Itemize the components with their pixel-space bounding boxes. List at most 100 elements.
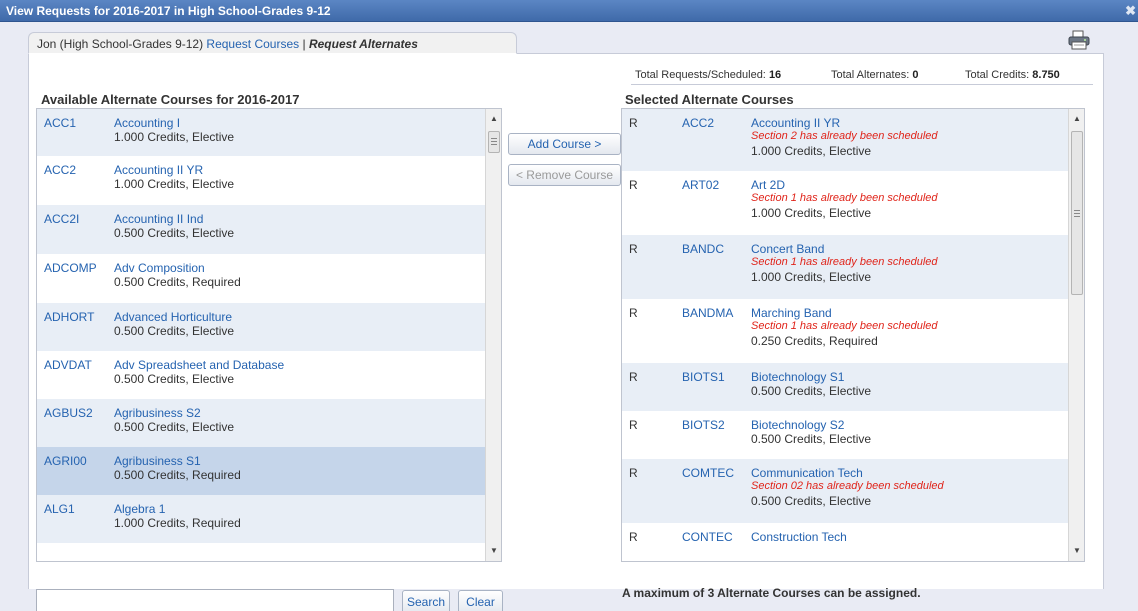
search-button[interactable]: Search xyxy=(402,590,450,611)
course-name: Communication Tech xyxy=(751,466,863,480)
list-item[interactable]: R BIOTS2 Biotechnology S2 0.500 Credits, El… xyxy=(622,411,1068,459)
course-credits: 0.500 Credits, Elective xyxy=(751,432,872,446)
course-credits: 0.500 Credits, Elective xyxy=(751,494,872,508)
list-item[interactable]: ACC1 Accounting I 1.000 Credits, Elective xyxy=(37,109,485,156)
course-name: Algebra 1 xyxy=(114,502,166,516)
course-code: COMTEC xyxy=(682,466,734,480)
available-scrollbar[interactable]: ▲ ▼ xyxy=(485,109,501,561)
course-credits: 0.250 Credits, Required xyxy=(751,334,878,348)
list-item[interactable]: ADVDAT Adv Spreadsheet and Database 0.500 … xyxy=(37,351,485,399)
request-flag: R xyxy=(629,418,638,432)
course-name: Agribusiness S2 xyxy=(114,406,201,420)
clear-button[interactable]: Clear xyxy=(458,590,503,611)
course-credits: 1.000 Credits, Elective xyxy=(114,130,235,144)
max-alternates-note: A maximum of 3 Alternate Courses can be … xyxy=(622,586,921,600)
tab-separator: | xyxy=(302,37,306,51)
add-course-button[interactable]: Add Course > xyxy=(508,133,621,155)
request-flag: R xyxy=(629,370,638,384)
course-name: Agribusiness S1 xyxy=(114,454,201,468)
request-flag: R xyxy=(629,466,638,480)
list-item[interactable]: R BANDMA Marching Band Section 1 has alread… xyxy=(622,299,1068,363)
course-code: AGRI00 xyxy=(44,454,87,468)
selected-courses-list[interactable]: R ACC2 Accounting II YR Section 2 has alrea… xyxy=(621,108,1085,562)
scheduled-warning: Section 1 has already been scheduled xyxy=(751,320,938,332)
course-credits: 1.000 Credits, Elective xyxy=(114,177,235,191)
course-code: BANDC xyxy=(682,242,725,256)
course-credits: 0.500 Credits, Elective xyxy=(114,372,235,386)
scroll-down-icon[interactable]: ▼ xyxy=(486,543,501,559)
list-item[interactable]: ADHORT Advanced Horticulture 0.500 Credits… xyxy=(37,303,485,351)
list-item[interactable]: AGRI00 Agribusiness S1 0.500 Credits, Requ… xyxy=(37,447,485,495)
course-code: ACC2 xyxy=(682,116,715,130)
tab-bar: Jon (High School-Grades 9-12) Request Co… xyxy=(28,32,517,54)
course-code: ART02 xyxy=(682,178,720,192)
list-item[interactable]: R COMTEC Communication Tech Section 02 has … xyxy=(622,459,1068,523)
list-item[interactable]: R CONTEC Construction Tech xyxy=(622,523,1068,561)
course-code: ACC2I xyxy=(44,212,80,226)
course-name: Adv Composition xyxy=(114,261,205,275)
course-name: Biotechnology S1 xyxy=(751,370,845,384)
total-credits: Total Credits: 8.750 xyxy=(965,69,1060,81)
course-code: ADHORT xyxy=(44,310,95,324)
request-flag: R xyxy=(629,178,638,192)
course-code: ADVDAT xyxy=(44,358,92,372)
available-courses-title: Available Alternate Courses for 2016-201… xyxy=(41,92,300,107)
scheduled-warning: Section 1 has already been scheduled xyxy=(751,256,938,268)
scroll-up-icon[interactable]: ▲ xyxy=(1069,111,1084,127)
list-item[interactable]: R BIOTS1 Biotechnology S1 0.500 Credits, El… xyxy=(622,363,1068,411)
course-name: Biotechnology S2 xyxy=(751,418,845,432)
course-code: CONTEC xyxy=(682,530,733,544)
course-code: BIOTS2 xyxy=(682,418,725,432)
course-name: Accounting II YR xyxy=(114,163,204,177)
list-item[interactable]: AGBUS2 Agribusiness S2 0.500 Credits, Elec… xyxy=(37,399,485,447)
course-credits: 1.000 Credits, Elective xyxy=(751,270,872,284)
available-courses-list[interactable]: ACC1 Accounting I 1.000 Credits, Elective A… xyxy=(36,108,502,562)
request-flag: R xyxy=(629,530,638,544)
list-item[interactable]: R ART02 Art 2D Section 1 has already been s… xyxy=(622,171,1068,235)
list-item[interactable]: R ACC2 Accounting II YR Section 2 has alrea… xyxy=(622,109,1068,171)
course-name: Concert Band xyxy=(751,242,825,256)
scroll-thumb[interactable] xyxy=(1071,131,1083,295)
course-credits: 0.500 Credits, Elective xyxy=(751,384,872,398)
course-code: BANDMA xyxy=(682,306,734,320)
course-name: Marching Band xyxy=(751,306,832,320)
window-titlebar: View Requests for 2016-2017 in High Scho… xyxy=(0,0,1138,22)
search-input[interactable] xyxy=(36,589,394,611)
course-code: BIOTS1 xyxy=(682,370,725,384)
list-item[interactable]: ALG1 Algebra 1 1.000 Credits, Required xyxy=(37,495,485,543)
scroll-thumb[interactable] xyxy=(488,131,500,153)
tab-request-alternates[interactable]: Request Alternates xyxy=(309,37,418,51)
list-item[interactable]: R BANDC Concert Band Section 1 has already … xyxy=(622,235,1068,299)
request-flag: R xyxy=(629,116,638,130)
scheduled-warning: Section 02 has already been scheduled xyxy=(751,480,944,492)
course-name: Art 2D xyxy=(751,178,786,192)
list-item[interactable]: ACC2 Accounting II YR 1.000 Credits, Elect… xyxy=(37,156,485,205)
selected-scrollbar[interactable]: ▲ ▼ xyxy=(1068,109,1084,561)
course-credits: 0.500 Credits, Elective xyxy=(114,420,235,434)
scroll-up-icon[interactable]: ▲ xyxy=(486,111,501,127)
list-item[interactable]: ADCOMP Adv Composition 0.500 Credits, Requ… xyxy=(37,254,485,303)
course-code: ALG1 xyxy=(44,502,75,516)
close-icon[interactable]: ✖ xyxy=(1125,0,1136,22)
course-name: Construction Tech xyxy=(751,530,847,544)
request-flag: R xyxy=(629,242,638,256)
selected-courses-title: Selected Alternate Courses xyxy=(625,92,794,107)
remove-course-button[interactable]: < Remove Course xyxy=(508,164,621,186)
course-code: ADCOMP xyxy=(44,261,97,275)
tab-request-courses[interactable]: Request Courses xyxy=(206,37,299,51)
course-credits: 0.500 Credits, Elective xyxy=(114,324,235,338)
course-credits: 0.500 Credits, Required xyxy=(114,468,241,482)
course-credits: 1.000 Credits, Required xyxy=(114,516,241,530)
totals-bar: Total Requests/Scheduled: 16 Total Alter… xyxy=(631,66,1093,85)
student-label: Jon (High School-Grades 9-12) xyxy=(37,37,204,51)
scheduled-warning: Section 1 has already been scheduled xyxy=(751,192,938,204)
total-requests: Total Requests/Scheduled: 16 xyxy=(635,69,782,81)
course-credits: 0.500 Credits, Elective xyxy=(114,226,235,240)
course-credits: 1.000 Credits, Elective xyxy=(751,206,872,220)
list-item[interactable]: ACC2I Accounting II Ind 0.500 Credits, Ele… xyxy=(37,205,485,254)
course-name: Accounting II YR xyxy=(751,116,841,130)
scheduled-warning: Section 2 has already been scheduled xyxy=(751,130,938,142)
scroll-down-icon[interactable]: ▼ xyxy=(1069,543,1084,559)
course-name: Adv Spreadsheet and Database xyxy=(114,358,285,372)
printer-icon[interactable] xyxy=(1068,30,1090,50)
